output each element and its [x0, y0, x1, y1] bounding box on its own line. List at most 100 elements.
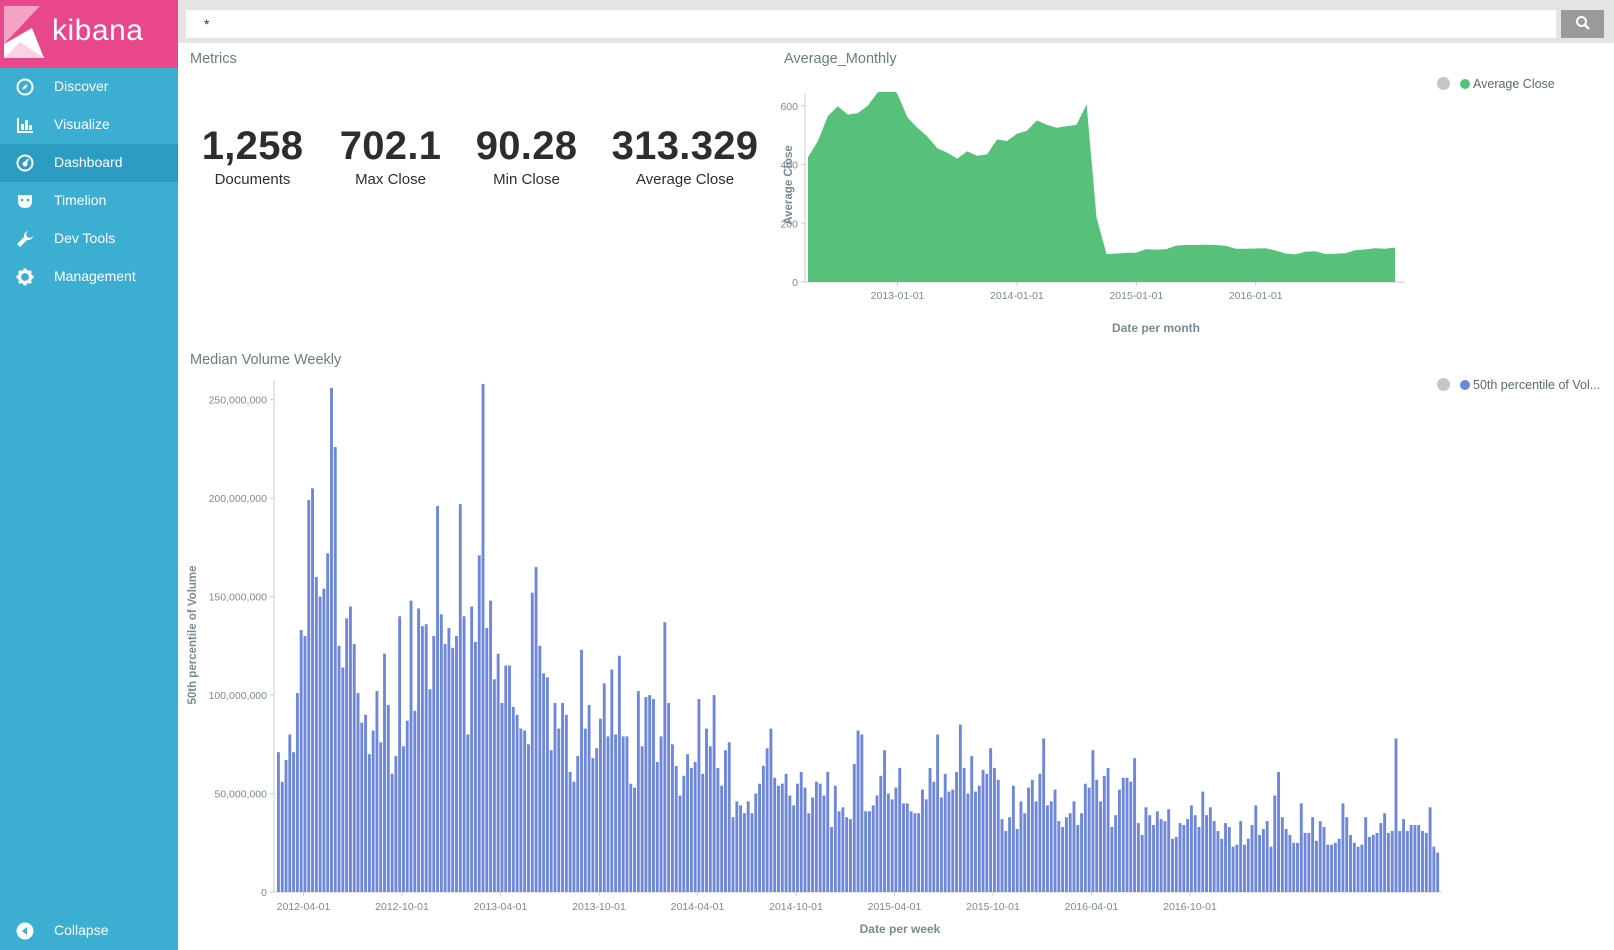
bar-week[interactable]: [974, 791, 977, 892]
bar-week[interactable]: [356, 693, 360, 892]
bar-week[interactable]: [1125, 777, 1129, 892]
bar-week[interactable]: [1421, 831, 1424, 892]
bar-week[interactable]: [970, 756, 974, 892]
bar-week[interactable]: [1182, 825, 1186, 892]
bar-week[interactable]: [345, 618, 349, 892]
kibana-logo[interactable]: kibana: [0, 0, 178, 68]
bar-week[interactable]: [443, 643, 447, 892]
bar-week[interactable]: [1360, 844, 1364, 892]
bar-week[interactable]: [697, 699, 701, 892]
bar-week[interactable]: [485, 628, 489, 892]
bar-week[interactable]: [996, 779, 1000, 892]
bar-week[interactable]: [428, 689, 432, 892]
bar-week[interactable]: [1379, 823, 1383, 892]
bar-week[interactable]: [402, 746, 405, 892]
bar-week[interactable]: [542, 673, 546, 892]
bar-week[interactable]: [1371, 834, 1375, 892]
bar-week[interactable]: [1303, 832, 1307, 892]
bar-week[interactable]: [841, 807, 845, 892]
bar-week[interactable]: [572, 781, 576, 892]
bar-week[interactable]: [1178, 823, 1182, 892]
bar-week[interactable]: [981, 769, 985, 892]
bar-week[interactable]: [1174, 836, 1178, 892]
bar-week[interactable]: [1121, 777, 1125, 892]
bar-week[interactable]: [678, 795, 682, 893]
bar-week[interactable]: [1231, 846, 1235, 892]
bar-week[interactable]: [845, 817, 849, 892]
bar-week[interactable]: [318, 596, 322, 892]
bar-week[interactable]: [773, 777, 777, 892]
bar-week[interactable]: [1072, 801, 1076, 892]
bar-week[interactable]: [1053, 789, 1057, 892]
bar-week[interactable]: [977, 785, 981, 892]
bar-week[interactable]: [1243, 844, 1246, 892]
bar-week[interactable]: [1394, 738, 1398, 892]
nav-item-dev-tools[interactable]: Dev Tools: [0, 220, 178, 258]
bar-week[interactable]: [1034, 801, 1038, 892]
bar-week[interactable]: [674, 766, 678, 892]
bar-week[interactable]: [398, 616, 402, 892]
bar-week[interactable]: [277, 752, 280, 892]
bar-week[interactable]: [898, 767, 902, 892]
bar-week[interactable]: [1102, 775, 1106, 892]
bar-week[interactable]: [405, 720, 409, 892]
bar-week[interactable]: [390, 773, 394, 892]
bar-week[interactable]: [508, 665, 511, 893]
bar-week[interactable]: [879, 775, 883, 892]
bar-week[interactable]: [788, 795, 792, 893]
bar-week[interactable]: [364, 714, 368, 892]
bar-week[interactable]: [1155, 811, 1159, 892]
bar-week[interactable]: [1216, 831, 1220, 892]
bar-week[interactable]: [655, 762, 659, 892]
bar-week[interactable]: [1163, 821, 1167, 892]
bar-week[interactable]: [1076, 825, 1080, 892]
bar-week[interactable]: [587, 704, 591, 892]
bar-week[interactable]: [458, 504, 462, 892]
bar-week[interactable]: [333, 447, 337, 892]
bar-week[interactable]: [1337, 838, 1341, 892]
bar-week[interactable]: [1099, 801, 1102, 892]
bar-week[interactable]: [1208, 807, 1212, 892]
bar-week[interactable]: [580, 649, 583, 892]
bar-week[interactable]: [742, 813, 746, 892]
bar-week[interactable]: [1046, 805, 1049, 892]
bar-week[interactable]: [1386, 832, 1390, 892]
bar-week[interactable]: [1227, 827, 1231, 892]
bar-week[interactable]: [284, 760, 288, 892]
bar-week[interactable]: [875, 795, 879, 893]
bar-week[interactable]: [1064, 817, 1068, 892]
bar-week[interactable]: [1201, 791, 1205, 892]
bar-week[interactable]: [758, 783, 761, 892]
bar-week[interactable]: [1246, 838, 1250, 892]
bar-week[interactable]: [652, 699, 655, 892]
bar-week[interactable]: [557, 728, 561, 892]
bar-week[interactable]: [1193, 815, 1197, 892]
bar-week[interactable]: [511, 706, 515, 892]
bar-week[interactable]: [777, 785, 780, 892]
legend-label[interactable]: 50th percentile of Vol...: [1473, 378, 1600, 392]
bar-week[interactable]: [633, 787, 636, 892]
bar-week[interactable]: [761, 766, 765, 892]
bar-week[interactable]: [420, 626, 424, 892]
bar-week[interactable]: [735, 801, 739, 892]
bar-week[interactable]: [545, 677, 549, 892]
bar-week[interactable]: [299, 630, 303, 892]
bar-week[interactable]: [989, 748, 993, 892]
bar-week[interactable]: [765, 748, 769, 892]
bar-week[interactable]: [295, 693, 299, 892]
bar-week[interactable]: [1118, 789, 1121, 892]
bar-week[interactable]: [716, 767, 720, 892]
bar-week[interactable]: [530, 592, 534, 892]
bar-week[interactable]: [727, 742, 731, 892]
bar-week[interactable]: [784, 773, 788, 892]
bar-week[interactable]: [371, 730, 375, 893]
bar-week[interactable]: [712, 695, 716, 892]
bar-week[interactable]: [739, 805, 743, 892]
bar-week[interactable]: [625, 736, 629, 892]
bar-week[interactable]: [708, 746, 712, 892]
bar-week[interactable]: [1254, 805, 1258, 892]
bar-week[interactable]: [1008, 817, 1012, 892]
bar-week[interactable]: [1299, 803, 1303, 892]
bar-week[interactable]: [1409, 825, 1413, 892]
bar-week[interactable]: [860, 734, 864, 893]
